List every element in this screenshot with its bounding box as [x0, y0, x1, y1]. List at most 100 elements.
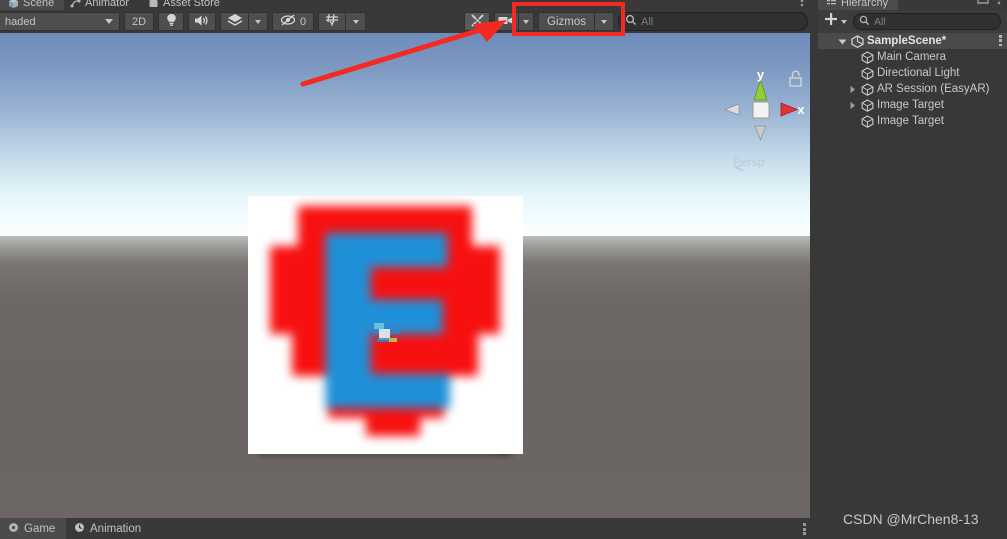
hierarchy-row-main-camera[interactable]: Main Camera	[818, 49, 1007, 65]
hierarchy-search-input[interactable]: All	[853, 13, 1001, 30]
scene-row-menu-icon[interactable]	[999, 35, 1002, 46]
tab-asset-store[interactable]: Asset Store	[140, 0, 230, 10]
transform-handle[interactable]	[374, 323, 400, 345]
chevron-down-icon	[352, 19, 359, 24]
hierarchy-item-label: Main Camera	[877, 51, 947, 63]
tab-animation[interactable]: Animation	[66, 518, 152, 539]
effects-toggle-button[interactable]	[220, 12, 248, 31]
scene-tools-button[interactable]	[464, 12, 491, 31]
tools-icon	[470, 13, 485, 31]
lighting-toggle-button[interactable]	[158, 12, 184, 31]
gameobject-icon	[861, 82, 874, 96]
hierarchy-item-label: SampleScene*	[867, 35, 947, 47]
tab-hierarchy-label: Hierarchy	[841, 0, 889, 9]
image-target-plane[interactable]: E	[248, 196, 523, 456]
tab-game[interactable]: Game	[0, 518, 67, 539]
gizmos-dropdown-button[interactable]	[594, 12, 614, 31]
hidden-objects-button[interactable]: 0	[272, 12, 314, 31]
scene-icon	[8, 0, 19, 9]
chevron-down-icon	[255, 19, 261, 24]
scene-search-placeholder: All	[641, 15, 654, 28]
speaker-icon	[194, 14, 210, 30]
eye-slash-icon	[280, 14, 296, 29]
search-icon	[625, 13, 637, 31]
grid-group	[318, 12, 366, 31]
game-icon	[8, 522, 19, 536]
foldout-collapsed-icon[interactable]	[847, 101, 858, 110]
svg-text:y: y	[757, 68, 765, 82]
hierarchy-tab-strip: Hierarchy	[818, 0, 1007, 10]
chevron-down-icon	[601, 19, 607, 24]
hierarchy-panel: Hierarchy All SampleScene* Main Camera D…	[818, 0, 1007, 539]
svg-text:x: x	[797, 102, 805, 117]
hierarchy-tree: SampleScene* Main Camera Directional Lig…	[818, 33, 1007, 129]
scene-view-toolbar: haded 2D 0 Gizmos All	[0, 10, 818, 33]
tab-animation-label: Animation	[90, 522, 142, 535]
gizmos-control-group: Gizmos	[538, 12, 614, 31]
tab-asset-store-label: Asset Store	[163, 0, 220, 9]
tab-scene[interactable]: Scene	[0, 0, 65, 10]
scene-view-viewport[interactable]: E y x Persp	[0, 33, 810, 518]
add-gameobject-button[interactable]	[824, 12, 847, 31]
hidden-objects-count: 0	[299, 15, 307, 28]
scene-camera-group	[494, 12, 535, 31]
gizmos-toggle-button[interactable]: Gizmos	[538, 12, 594, 31]
draw-mode-label: haded	[5, 15, 36, 28]
tab-animator-label: Animator	[85, 0, 130, 9]
tab-game-label: Game	[24, 522, 56, 535]
lightbulb-icon	[165, 13, 178, 30]
grid-icon	[325, 13, 340, 30]
effects-dropdown-button[interactable]	[248, 12, 268, 31]
toggle-2d-button[interactable]: 2D	[124, 12, 154, 31]
scene-camera-dropdown[interactable]	[518, 12, 535, 31]
hierarchy-item-label: Image Target	[877, 115, 944, 127]
gameobject-icon	[861, 98, 874, 112]
search-icon	[859, 13, 870, 31]
audio-toggle-button[interactable]	[188, 12, 216, 31]
gameobject-icon	[861, 50, 874, 64]
chevron-down-icon	[105, 19, 113, 24]
tab-animator[interactable]: Animator	[62, 0, 139, 10]
tab-scene-label: Scene	[23, 0, 55, 9]
hierarchy-search-placeholder: All	[874, 15, 886, 28]
hierarchy-menu-icon[interactable]	[997, 0, 1001, 10]
asset-store-icon	[148, 0, 159, 9]
scene-camera-button[interactable]	[494, 12, 519, 31]
gizmos-label: Gizmos	[547, 15, 586, 28]
hierarchy-item-label: Directional Light	[877, 67, 960, 79]
unity-scene-icon	[851, 34, 864, 48]
hierarchy-item-label: Image Target	[877, 99, 944, 111]
hierarchy-row-image-target-1[interactable]: Image Target	[818, 97, 1007, 113]
chevron-down-icon	[841, 19, 847, 24]
watermark-text: CSDN @MrChen8-13	[843, 511, 979, 527]
effects-icon	[227, 13, 243, 30]
scene-search-input[interactable]: All	[618, 12, 808, 31]
hierarchy-row-ar-session[interactable]: AR Session (EasyAR)	[818, 81, 1007, 97]
bottom-strip-menu-icon[interactable]	[803, 523, 806, 535]
animation-icon	[74, 522, 85, 536]
hierarchy-row-sample-scene[interactable]: SampleScene*	[818, 33, 1007, 49]
foldout-expanded-icon[interactable]	[837, 37, 848, 46]
chevron-down-icon	[523, 19, 530, 24]
foldout-collapsed-icon[interactable]	[847, 85, 858, 94]
projection-mode-label[interactable]: Persp	[733, 155, 764, 169]
draw-mode-dropdown[interactable]: haded	[0, 12, 120, 31]
tab-hierarchy[interactable]: Hierarchy	[818, 0, 899, 10]
hierarchy-item-label: AR Session (EasyAR)	[877, 83, 990, 95]
grid-toggle-button[interactable]	[318, 12, 345, 31]
grid-dropdown-button[interactable]	[345, 12, 366, 31]
hierarchy-icon	[826, 0, 837, 9]
unity-editor-window: Scene Animator Asset Store haded 2D 0 Gi…	[0, 0, 1007, 539]
two-d-label: 2D	[131, 15, 147, 28]
hierarchy-toolbar: All	[818, 10, 1007, 33]
plus-icon	[824, 12, 838, 31]
fx-group	[220, 12, 268, 31]
bottom-tab-strip: Game Animation	[0, 518, 818, 539]
maximize-icon[interactable]	[977, 0, 989, 10]
hierarchy-row-directional-light[interactable]: Directional Light	[818, 65, 1007, 81]
gameobject-icon	[861, 66, 874, 80]
panel-divider[interactable]	[810, 0, 818, 539]
scene-tab-strip: Scene Animator Asset Store	[0, 0, 818, 10]
hierarchy-row-image-target-2[interactable]: Image Target	[818, 113, 1007, 129]
animator-icon	[70, 0, 81, 9]
